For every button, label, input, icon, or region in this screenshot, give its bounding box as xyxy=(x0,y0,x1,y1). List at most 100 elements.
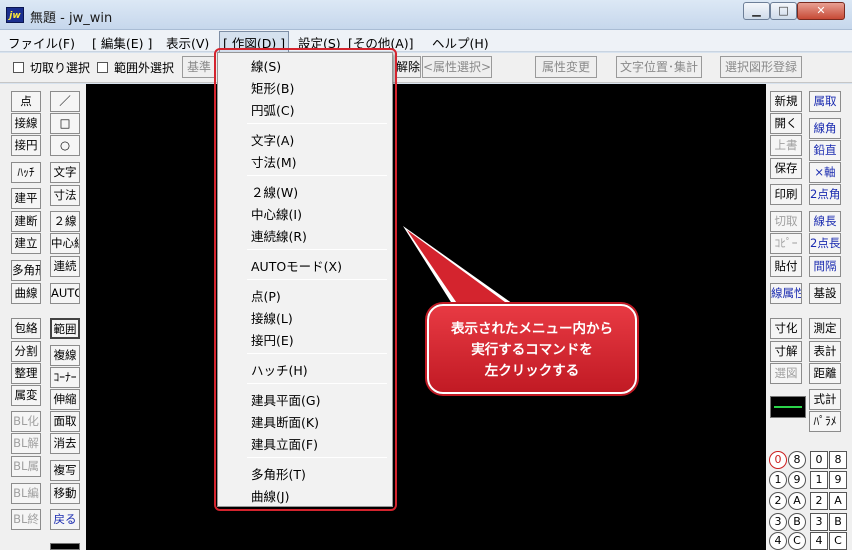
menu-help[interactable]: ヘルプ(H) xyxy=(432,33,489,52)
select-shape-button[interactable]: 選図 xyxy=(770,363,802,384)
copy-button[interactable]: ｺﾋﾟｰ xyxy=(770,233,802,254)
attribute-pick-button[interactable]: 属取 xyxy=(809,91,841,112)
close-button[interactable]: ✕ xyxy=(797,2,845,20)
tool-polygon[interactable]: 多角形 xyxy=(11,260,41,281)
register-shape-button[interactable]: 選択図形登録 xyxy=(720,56,802,78)
drawing-canvas[interactable] xyxy=(86,84,766,550)
tool-corner[interactable]: ｺｰﾅｰ xyxy=(50,367,80,388)
file-overwrite-button[interactable]: 上書 xyxy=(770,135,802,156)
layer-button[interactable]: 4 xyxy=(769,532,787,550)
tool-erase[interactable]: 消去 xyxy=(50,433,80,454)
tool-range[interactable]: 範囲 xyxy=(50,318,80,339)
group-button[interactable]: 0 xyxy=(810,451,828,469)
tool-dimension[interactable]: 寸法 xyxy=(50,185,80,206)
layer-button[interactable]: 0 xyxy=(769,451,787,469)
tool-arc[interactable]: ○ xyxy=(50,135,80,156)
release-button[interactable]: 解除 xyxy=(395,56,421,78)
tool-copy[interactable]: 複写 xyxy=(50,460,80,481)
line-angle-button[interactable]: 線角 xyxy=(809,118,841,139)
x-axis-button[interactable]: ×軸 xyxy=(809,162,841,183)
tool-center-line[interactable]: 中心線 xyxy=(50,233,80,254)
window-select-checkbox[interactable] xyxy=(13,62,24,73)
layer-button[interactable]: A xyxy=(788,492,806,510)
group-button[interactable]: 2 xyxy=(810,492,828,510)
tool-block-edit[interactable]: BL編 xyxy=(11,483,41,504)
tool-block-attribute[interactable]: BL属 xyxy=(11,456,41,477)
group-button[interactable]: 1 xyxy=(810,471,828,489)
layer-button[interactable]: 1 xyxy=(769,471,787,489)
tool-attribute-change[interactable]: 属変 xyxy=(11,385,41,406)
tool-rectangle[interactable]: □ xyxy=(50,113,80,134)
tool-continuous-line[interactable]: 連続 xyxy=(50,256,80,277)
tool-chamfer[interactable]: 面取 xyxy=(50,411,80,432)
tool-auto-mode[interactable]: AUTO xyxy=(50,283,80,304)
tool-undo[interactable]: 戻る xyxy=(50,509,80,530)
base-setting-button[interactable]: 基設 xyxy=(809,283,841,304)
menu-view[interactable]: 表示(V) xyxy=(166,33,209,52)
vertical-button[interactable]: 鉛直 xyxy=(809,140,841,161)
minimize-button[interactable]: ▁ xyxy=(743,2,770,20)
tool-double-line[interactable]: ２線 xyxy=(50,211,80,232)
maximize-button[interactable]: □ xyxy=(770,2,797,20)
layer-button[interactable]: 3 xyxy=(769,513,787,531)
tool-arrange[interactable]: 整理 xyxy=(11,363,41,384)
callout-line-2: 実行するコマンドを xyxy=(471,342,593,358)
tool-tangent-line[interactable]: 接線 xyxy=(11,113,41,134)
two-point-angle-button[interactable]: 2点角 xyxy=(809,184,841,205)
tool-divide[interactable]: 分割 xyxy=(11,341,41,362)
interval-button[interactable]: 間隔 xyxy=(809,256,841,277)
layer-button[interactable]: 2 xyxy=(769,492,787,510)
line-type-preview[interactable] xyxy=(770,396,806,418)
formula-calc-button[interactable]: 式計 xyxy=(809,389,841,410)
layer-button[interactable]: 8 xyxy=(788,451,806,469)
group-button[interactable]: C xyxy=(829,532,847,550)
tool-block-create[interactable]: BL化 xyxy=(11,411,41,432)
paste-button[interactable]: 貼付 xyxy=(770,256,802,277)
tool-line[interactable]: ／ xyxy=(50,91,80,112)
group-button[interactable]: 4 xyxy=(810,532,828,550)
tool-block-explode[interactable]: BL解 xyxy=(11,433,41,454)
line-attribute-button[interactable]: 線属性 xyxy=(770,283,802,304)
layer-button[interactable]: 9 xyxy=(788,471,806,489)
base-button[interactable]: 基準 xyxy=(182,56,216,78)
line-length-button[interactable]: 線長 xyxy=(809,211,841,232)
outside-select-checkbox[interactable] xyxy=(97,62,108,73)
tool-fitting-elevation[interactable]: 建立 xyxy=(11,233,41,254)
text-position-button[interactable]: 文字位置･集計 xyxy=(616,56,702,78)
tool-point[interactable]: 点 xyxy=(11,91,41,112)
cut-button[interactable]: 切取 xyxy=(770,211,802,232)
tool-tangent-circle[interactable]: 接円 xyxy=(11,135,41,156)
tool-fitting-section[interactable]: 建断 xyxy=(11,211,41,232)
parametric-button[interactable]: ﾊﾟﾗﾒ xyxy=(809,411,841,432)
group-button[interactable]: 8 xyxy=(829,451,847,469)
group-button[interactable]: 3 xyxy=(810,513,828,531)
layer-button[interactable]: C xyxy=(788,532,806,550)
tool-extend[interactable]: 伸縮 xyxy=(50,389,80,410)
tool-block-end[interactable]: BL終 xyxy=(11,509,41,530)
group-button[interactable]: 9 xyxy=(829,471,847,489)
menu-file[interactable]: ファイル(F) xyxy=(8,33,75,52)
tool-hatch[interactable]: ﾊｯﾁ xyxy=(11,162,41,183)
tool-text[interactable]: 文字 xyxy=(50,162,80,183)
attribute-select-button[interactable]: <属性選択> xyxy=(422,56,492,78)
file-save-button[interactable]: 保存 xyxy=(770,158,802,179)
group-button[interactable]: B xyxy=(829,513,847,531)
two-point-length-button[interactable]: 2点長 xyxy=(809,233,841,254)
tool-envelope[interactable]: 包絡 xyxy=(11,318,41,339)
distance-button[interactable]: 距離 xyxy=(809,363,841,384)
dimension-ungroup-button[interactable]: 寸解 xyxy=(770,341,802,362)
layer-button[interactable]: B xyxy=(788,513,806,531)
print-button[interactable]: 印刷 xyxy=(770,184,802,205)
tool-curve[interactable]: 曲線 xyxy=(11,283,41,304)
attribute-change-button[interactable]: 属性変更 xyxy=(535,56,597,78)
menu-edit[interactable]: [ 編集(E) ] xyxy=(92,33,152,52)
tool-offset[interactable]: 複線 xyxy=(50,345,80,366)
group-button[interactable]: A xyxy=(829,492,847,510)
file-new-button[interactable]: 新規 xyxy=(770,91,802,112)
file-open-button[interactable]: 開く xyxy=(770,113,802,134)
table-calc-button[interactable]: 表計 xyxy=(809,341,841,362)
tool-fitting-plan[interactable]: 建平 xyxy=(11,188,41,209)
measure-button[interactable]: 測定 xyxy=(809,318,841,339)
dimension-group-button[interactable]: 寸化 xyxy=(770,318,802,339)
tool-move[interactable]: 移動 xyxy=(50,483,80,504)
